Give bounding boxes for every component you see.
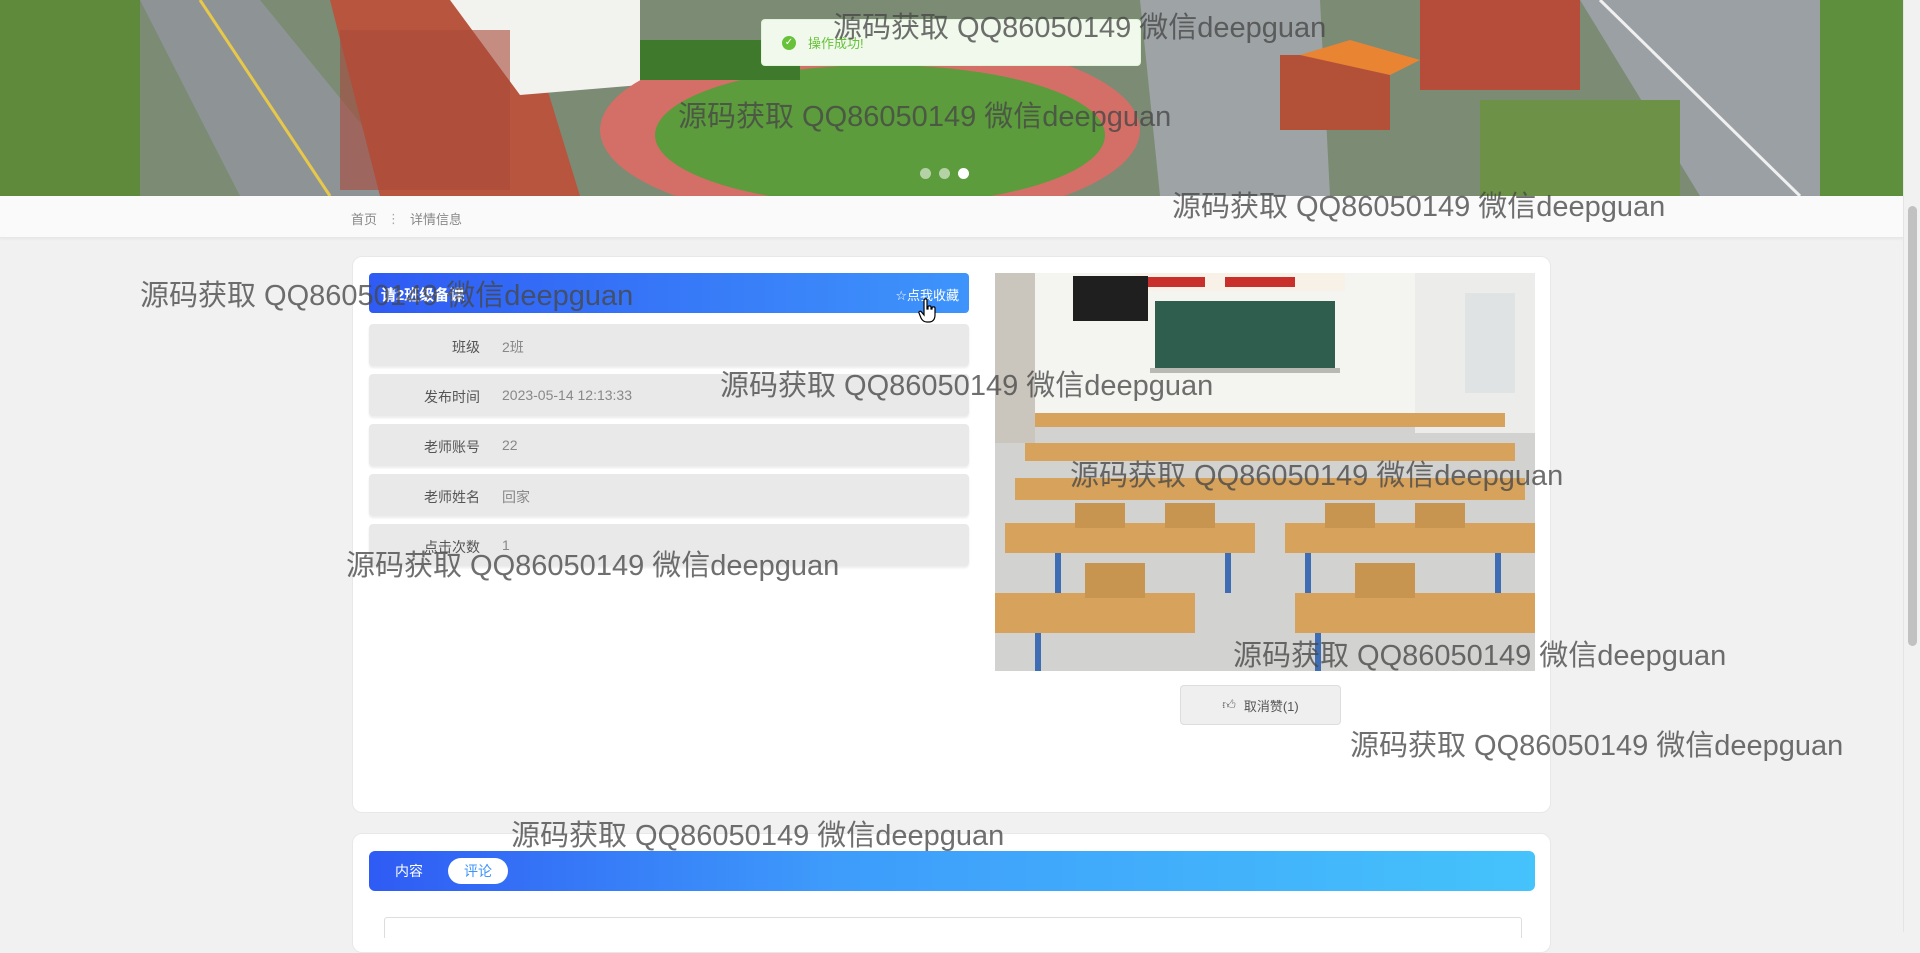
breadcrumb-current: 详情信息 bbox=[410, 212, 463, 227]
info-row-teacher-name: 老师姓名 回家 bbox=[369, 474, 969, 516]
info-value: 2班 bbox=[502, 339, 524, 355]
toast-message: 操作成功! bbox=[808, 36, 864, 51]
check-circle-icon: ✓ bbox=[782, 35, 796, 50]
carousel-dot-active[interactable] bbox=[958, 168, 969, 179]
scrollbar-thumb[interactable] bbox=[1908, 206, 1917, 646]
info-value: 回家 bbox=[502, 489, 530, 505]
detail-title-bar: 请2班级备课 ☆点我收藏 bbox=[369, 273, 969, 313]
detail-title: 请2班级备课 bbox=[381, 287, 465, 304]
info-value: 2023-05-14 12:13:33 bbox=[502, 387, 632, 403]
info-label: 班级 bbox=[452, 339, 480, 355]
info-label: 老师账号 bbox=[424, 439, 480, 455]
tabs-bar: 内容 评论 bbox=[369, 851, 1535, 891]
info-row-teacher-account: 老师账号 22 bbox=[369, 424, 969, 466]
tab-content[interactable]: 内容 bbox=[379, 858, 439, 884]
thumbs-up-icon: 👍︎ bbox=[1222, 697, 1236, 712]
classroom-photo bbox=[995, 273, 1535, 671]
breadcrumb: 首页 ⋮ 详情信息 bbox=[351, 209, 462, 228]
info-label: 点击次数 bbox=[424, 539, 480, 555]
like-count-label: 取消赞(1) bbox=[1243, 698, 1299, 714]
info-label: 发布时间 bbox=[424, 389, 480, 405]
page-scrollbar[interactable] bbox=[1903, 0, 1920, 932]
info-label: 老师姓名 bbox=[424, 489, 480, 505]
info-row-publish-time: 发布时间 2023-05-14 12:13:33 bbox=[369, 374, 969, 416]
carousel-dot[interactable] bbox=[920, 168, 931, 179]
success-toast: ✓ 操作成功! bbox=[761, 19, 1141, 66]
carousel-indicators bbox=[920, 168, 969, 179]
info-value: 22 bbox=[502, 437, 518, 453]
hand-pointer-cursor-icon bbox=[918, 298, 936, 323]
info-row-class: 班级 2班 bbox=[369, 324, 969, 366]
info-row-click-count: 点击次数 1 bbox=[369, 524, 969, 566]
carousel-dot[interactable] bbox=[939, 168, 950, 179]
content-panel bbox=[384, 917, 1522, 938]
breadcrumb-home-link[interactable]: 首页 bbox=[351, 209, 377, 228]
info-value: 1 bbox=[502, 537, 510, 553]
breadcrumb-separator: ⋮ bbox=[387, 210, 401, 226]
unlike-button[interactable]: 👍︎ 取消赞(1) bbox=[1180, 685, 1341, 725]
classroom-image bbox=[995, 273, 1535, 671]
breadcrumb-bar: 首页 ⋮ 详情信息 bbox=[0, 196, 1903, 238]
tab-comments[interactable]: 评论 bbox=[448, 858, 508, 884]
